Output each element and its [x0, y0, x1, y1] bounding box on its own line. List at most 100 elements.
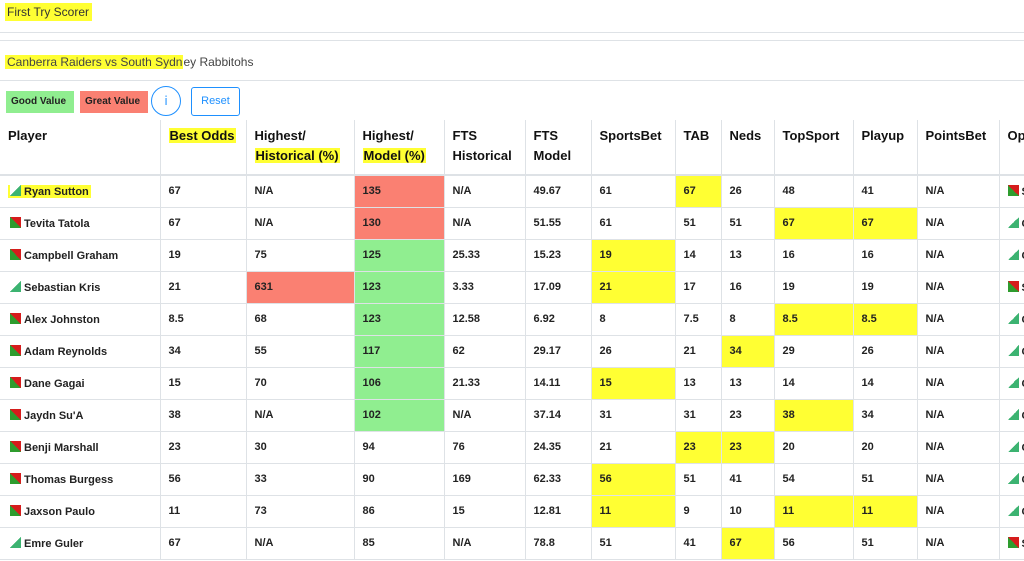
odds-value: N/A	[925, 441, 945, 453]
odds-value: 19	[168, 249, 181, 261]
odds-cell-best-odds: 8.5	[159, 303, 246, 336]
odds-value: 49.67	[533, 185, 562, 198]
table-row[interactable]: Sebastian Kris 21 631 123 3.33 17.09 21 17 16 19 1…	[0, 271, 1024, 304]
odds-value: 130	[362, 217, 381, 229]
team-triangle-icon	[1007, 312, 1019, 324]
odds-cell-best-odds: 19	[159, 239, 246, 272]
odds-cell-highest-historical: 631	[245, 271, 354, 304]
page-title: First Try Scorer	[5, 3, 93, 21]
odds-cell-highest-historical: N/A	[245, 207, 354, 240]
odds-value: 25.33	[452, 249, 481, 261]
odds-cell-playup: 51	[852, 527, 917, 560]
odds-value: 23	[729, 409, 742, 421]
column-header-label: PointsBet	[925, 128, 987, 143]
odds-cell-op: C	[998, 303, 1024, 336]
odds-value: 33	[254, 473, 267, 485]
odds-value: 78.8	[533, 537, 555, 549]
player-cell: Tevita Tatola	[0, 207, 160, 240]
table-row[interactable]: Ryan Sutton 67 N/A 135 N/A 49.67 61 67 26 48 41 N/A…	[0, 175, 1024, 208]
odds-cell-highest-historical: 73	[245, 495, 354, 528]
column-header-label: TopSport	[782, 128, 840, 143]
column-header-label: Op	[1007, 128, 1024, 143]
column-header-sublabel: Historical	[452, 148, 512, 163]
odds-value: N/A	[452, 409, 472, 421]
odds-cell-highest-model: 125	[353, 239, 444, 272]
team-triangle-icon	[1007, 344, 1019, 356]
column-header-pointsbet[interactable]: PointsBet	[916, 120, 999, 176]
match-title: Canberra Raiders vs South Sydney Rabbito…	[5, 54, 253, 70]
odds-cell-fts-model: 24.35	[524, 431, 591, 464]
table-row[interactable]: Benji Marshall 23 30 94 76 24.35 21 23 23 20 20 N/A…	[0, 431, 1024, 464]
odds-cell-topsport: 14	[773, 367, 853, 400]
odds-value: 23	[683, 441, 696, 453]
column-header-highest-model[interactable]: Highest/Model (%)	[353, 120, 444, 176]
odds-cell-fts-model: 29.17	[524, 335, 591, 368]
table-row[interactable]: Thomas Burgess 56 33 90 169 62.33 56 51 41 54 51 N/…	[0, 463, 1024, 496]
column-header-playup[interactable]: Playup	[852, 120, 917, 176]
player-name: Campbell Graham	[8, 248, 120, 262]
team-triangle-icon	[10, 536, 21, 548]
table-row[interactable]: Campbell Graham 19 75 125 25.33 15.23 19 14 13 16…	[0, 239, 1024, 272]
odds-cell-playup: 19	[852, 271, 917, 304]
odds-cell-pointsbet: N/A	[916, 495, 999, 528]
odds-cell-tab: 14	[674, 239, 721, 272]
column-header-neds[interactable]: Neds	[720, 120, 774, 176]
odds-value: 13	[729, 377, 742, 389]
odds-value: 56	[168, 473, 181, 485]
odds-value: N/A	[925, 217, 945, 229]
odds-value: 55	[254, 345, 267, 357]
team-triangle-icon	[1007, 504, 1019, 516]
odds-cell-fts-historical: 76	[443, 431, 525, 464]
odds-value: 13	[683, 377, 696, 389]
odds-value: 67	[729, 537, 742, 549]
column-header-fts-historical[interactable]: FTS Historical	[443, 120, 525, 176]
odds-cell-highest-model: 123	[353, 303, 444, 336]
table-row[interactable]: Jaxson Paulo 11 73 86 15 12.81 11 9 10 11 11 N/A C	[0, 495, 1024, 528]
player-cell: Jaydn Su'A	[0, 399, 160, 432]
odds-value: 14.11	[533, 377, 561, 389]
odds-cell-sportsbet: 51	[590, 527, 675, 560]
odds-cell-op: C	[998, 399, 1024, 432]
table-row[interactable]: Emre Guler 67 N/A 85 N/A 78.8 51 41 67 56 51 N/A S	[0, 527, 1024, 560]
odds-value: N/A	[452, 217, 472, 229]
column-header-player[interactable]: Player	[0, 120, 160, 176]
odds-cell-fts-historical: 169	[443, 463, 525, 496]
odds-cell-pointsbet: N/A	[916, 207, 999, 240]
odds-value: 19	[861, 281, 874, 293]
odds-cell-neds: 16	[720, 271, 774, 304]
odds-cell-best-odds: 67	[159, 207, 246, 240]
column-header-fts-model[interactable]: FTS Model	[524, 120, 591, 176]
team-square-icon	[10, 440, 21, 452]
player-cell: Benji Marshall	[0, 431, 160, 464]
column-header-label: Neds	[729, 128, 762, 143]
great-value-badge: Great Value	[80, 91, 148, 113]
odds-cell-op: S	[998, 527, 1024, 560]
table-row[interactable]: Adam Reynolds 34 55 117 62 29.17 26 21 34 29 26 N/A…	[0, 335, 1024, 368]
column-header-highest-historical[interactable]: Highest/Historical (%)	[245, 120, 354, 176]
table-row[interactable]: Tevita Tatola 67 N/A 130 N/A 51.55 61 51 51 67 67 N…	[0, 207, 1024, 240]
column-header-op[interactable]: Op	[998, 120, 1024, 176]
column-header-best-odds[interactable]: Best Odds	[159, 120, 246, 176]
odds-cell-topsport: 19	[773, 271, 853, 304]
odds-value: 94	[362, 441, 375, 453]
table-row[interactable]: Dane Gagai 15 70 106 21.33 14.11 15 13 13 14 14 N/A…	[0, 367, 1024, 400]
odds-cell-topsport: 20	[773, 431, 853, 464]
column-header-sportsbet[interactable]: SportsBet	[590, 120, 675, 176]
odds-value: 21	[599, 441, 612, 453]
odds-cell-op: S	[998, 271, 1024, 304]
column-header-tab[interactable]: TAB	[674, 120, 721, 176]
odds-value: 85	[362, 537, 375, 549]
column-header-topsport[interactable]: TopSport	[773, 120, 853, 176]
odds-value: 48	[782, 185, 795, 198]
odds-value: 61	[599, 217, 612, 229]
table-row[interactable]: Jaydn Su'A 38 N/A 102 N/A 37.14 31 31 23 38 34 N/A C	[0, 399, 1024, 432]
odds-cell-pointsbet: N/A	[916, 303, 999, 336]
good-value-badge: Good Value	[6, 91, 74, 113]
odds-cell-highest-model: 86	[353, 495, 444, 528]
info-button[interactable]: i	[151, 86, 181, 116]
odds-cell-sportsbet: 8	[590, 303, 675, 336]
reset-button[interactable]: Reset	[191, 87, 240, 116]
table-row[interactable]: Alex Johnston 8.5 68 123 12.58 6.92 8 7.5 8 8.5 8.…	[0, 303, 1024, 336]
odds-cell-fts-model: 17.09	[524, 271, 591, 304]
odds-cell-neds: 10	[720, 495, 774, 528]
